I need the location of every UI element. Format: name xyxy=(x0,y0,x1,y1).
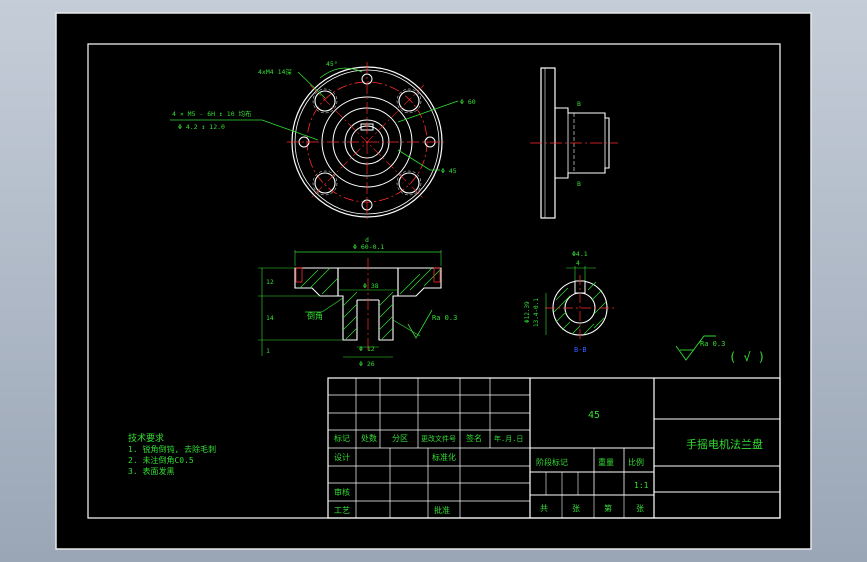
section-h12-label: 12 xyxy=(266,278,274,286)
section-dia-38-label: Φ 38 xyxy=(363,282,379,290)
tech-req-item-3: 3. 表面发黑 xyxy=(128,466,174,476)
tb-shenhe: 审核 xyxy=(334,487,350,497)
tb-sheji: 设计 xyxy=(334,452,350,462)
tb-gong: 共 xyxy=(540,504,548,513)
tech-req-item-2: 2. 未注倒角C0.5 xyxy=(128,455,194,465)
bolt-holes-label-1: 4 × M5 - 6H ↕ 10 均布 xyxy=(172,109,252,118)
tb-header-biaoji: 标记 xyxy=(334,433,350,443)
general-ra-paren: ( √ ) xyxy=(729,350,765,364)
section-ra-label: Ra 0.3 xyxy=(432,314,457,322)
keyway-width-label: Φ4.1 xyxy=(572,250,588,258)
general-ra-label: Ra 0.3 xyxy=(700,340,725,348)
tb-biaozhunhua: 标准化 xyxy=(432,452,456,462)
tb-zhongliang: 重量 xyxy=(598,457,614,467)
tb-header-date: 年.月.日 xyxy=(494,434,523,443)
tb-header-gengai: 更改文件号 xyxy=(421,434,456,443)
drawing-title: 手摇电机法兰盘 xyxy=(686,437,763,451)
drawing-sheet: 4xM4 14深 45° 4 × M5 - 6H ↕ 10 均布 Φ 4.2 ↕… xyxy=(55,12,812,550)
tb-gongyi: 工艺 xyxy=(334,506,350,515)
tb-header-chushu: 处数 xyxy=(361,433,377,443)
keyway-depth-label: 4 xyxy=(576,259,580,267)
dia-45-label: Φ 45 xyxy=(441,167,457,175)
section-mark-bottom: B xyxy=(577,180,581,188)
section-h1-label: 1 xyxy=(266,347,270,355)
tb-zhang: 张 xyxy=(572,504,580,513)
section-dia-26-label: Φ 26 xyxy=(359,360,375,368)
dia-60-label: Φ 60 xyxy=(460,98,476,106)
tb-di: 第 xyxy=(604,503,612,513)
scale-value: 1:1 xyxy=(634,481,649,490)
keyway-size-label: 13.4-0.1 xyxy=(533,298,540,327)
tb-bili: 比例 xyxy=(628,457,644,467)
tb-zhang-2: 张 xyxy=(636,504,644,513)
material-label: 45 xyxy=(588,410,600,421)
section-h14-label: 14 xyxy=(266,314,274,322)
section-mark-top: B xyxy=(577,100,581,108)
tb-jieduan: 阶段标记 xyxy=(536,457,568,467)
section-chamfer-label: 倒角 xyxy=(307,311,323,321)
tb-pizhun: 批准 xyxy=(434,505,450,515)
bolt-holes-label-2: Φ 4.2 ↕ 12.0 xyxy=(178,123,225,131)
keyway-section-title: B-B xyxy=(574,346,587,354)
tb-header-qianming: 签名 xyxy=(466,433,482,443)
tech-req-item-1: 1. 锐角倒钝, 去除毛刺 xyxy=(128,444,216,454)
section-dia-12-label: Φ 12 xyxy=(359,345,375,353)
hole-note-label: 4xM4 14深 xyxy=(258,67,292,76)
angle-label: 45° xyxy=(326,60,338,68)
keyway-dia-label: Φ12.39 xyxy=(524,301,531,323)
tech-req-title: 技术要求 xyxy=(128,432,164,444)
tb-header-fenqu: 分区 xyxy=(392,434,408,443)
section-dia-top-label: Φ 60-0.1 xyxy=(353,243,384,251)
